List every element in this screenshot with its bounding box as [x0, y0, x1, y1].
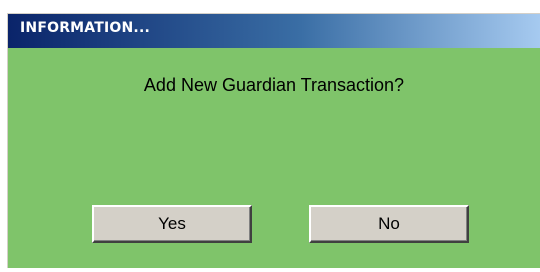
screen: INFORMATION... Add New Guardian Transact… — [0, 0, 540, 272]
dialog-message: Add New Guardian Transaction? — [143, 75, 405, 95]
no-button-label: No — [378, 214, 400, 233]
yes-button-label: Yes — [158, 214, 186, 233]
dialog-title: INFORMATION... — [20, 20, 150, 36]
dialog-titlebar[interactable]: INFORMATION... — [8, 14, 540, 48]
yes-button[interactable]: Yes — [92, 205, 252, 243]
no-button[interactable]: No — [309, 205, 469, 243]
dialog-body: Add New Guardian Transaction? Yes No — [8, 48, 540, 268]
